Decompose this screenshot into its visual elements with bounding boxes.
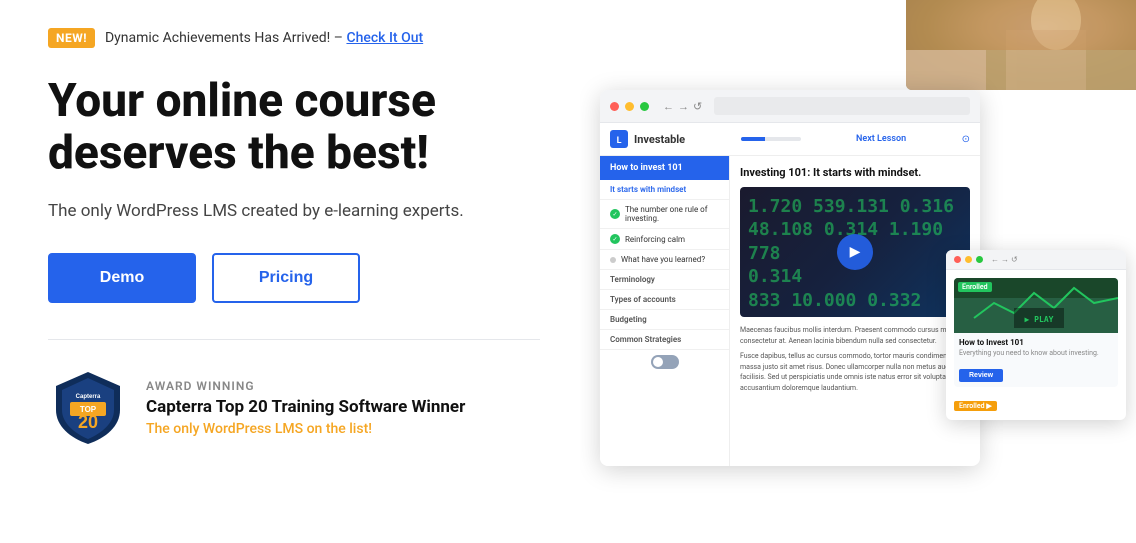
enrolled-label: Enrolled ▶ [954, 393, 1118, 412]
lms-section-types[interactable]: Types of accounts [600, 290, 729, 310]
lms-brand-name: Investable [634, 133, 685, 146]
small-browser-nav: ← → ↺ [991, 255, 1018, 264]
lms-video-player[interactable]: 1.720 539.131 0.316 48.108 0.314 1.190 7… [740, 187, 970, 317]
course-card-image: ▶ PLAY Enrolled [954, 278, 1118, 333]
check-icon-2: ✓ [610, 234, 620, 244]
browser-refresh-icon[interactable]: ↺ [693, 100, 702, 113]
lms-top-bar: L Investable Next Lesson ⊙ [600, 123, 980, 156]
lms-main-content: Investing 101: It starts with mindset. 1… [730, 156, 980, 466]
lms-logo-area: L Investable [610, 130, 685, 148]
cta-buttons: Demo Pricing [48, 253, 540, 303]
lms-body-text-2: Fusce dapibus, tellus ac cursus commodo,… [740, 351, 970, 393]
hero-subtitle: The only WordPress LMS created by e-lear… [48, 201, 540, 221]
browser-bar: ← → ↺ [600, 90, 980, 123]
current-lesson-label: It starts with mindset [610, 185, 686, 194]
lms-section-budgeting[interactable]: Budgeting [600, 310, 729, 330]
announcement-bar: NEW! Dynamic Achievements Has Arrived! –… [48, 28, 540, 48]
lms-sidebar-item-3[interactable]: What have you learned? [600, 250, 729, 270]
browser-navigation: ← → ↺ [663, 100, 702, 113]
next-lesson-arrow[interactable]: ⊙ [962, 134, 970, 145]
review-button[interactable]: Review [959, 369, 1003, 382]
browser-maximize-dot [640, 102, 649, 111]
lms-sidebar-item-2[interactable]: ✓ Reinforcing calm [600, 229, 729, 250]
award-label: AWARD WINNING [146, 379, 465, 393]
small-browser-close [954, 256, 961, 263]
lms-sidebar: How to invest 101 It starts with mindset… [600, 156, 730, 466]
lesson-1-label: The number one rule of investing. [625, 205, 719, 223]
lms-body-text: Maecenas faucibus mollis interdum. Praes… [740, 325, 970, 346]
course-card-container: ▶ PLAY Enrolled How to Invest 101 Everyt… [946, 270, 1126, 420]
course-card-body: How to Invest 101 Everything you need to… [954, 333, 1118, 387]
small-browser-maximize [976, 256, 983, 263]
pricing-button[interactable]: Pricing [212, 253, 360, 303]
next-lesson-link[interactable]: Next Lesson [856, 134, 906, 144]
svg-text:Capterra: Capterra [76, 394, 101, 400]
browser-mockup-course-card: ← → ↺ ▶ PLAY Enrolled [946, 250, 1126, 420]
hero-heading: Your online course deserves the best! [48, 76, 540, 179]
video-play-button[interactable]: ▶ [837, 234, 873, 270]
lms-section-strategies[interactable]: Common Strategies [600, 330, 729, 350]
lesson-3-label: What have you learned? [621, 255, 705, 264]
browser-mockup-main: ← → ↺ L Investable Next Less [600, 90, 980, 466]
svg-text:▶ PLAY: ▶ PLAY [1025, 315, 1054, 324]
announcement-text: Dynamic Achievements Has Arrived! – Chec… [105, 30, 423, 46]
award-section: Capterra TOP 20 AWARD WINNING Capterra T… [48, 368, 540, 448]
progress-fill [741, 137, 765, 141]
progress-bar [741, 137, 801, 141]
award-title: Capterra Top 20 Training Software Winner [146, 397, 465, 417]
lesson-2-label: Reinforcing calm [625, 235, 685, 244]
lms-course-title: How to invest 101 [600, 156, 729, 180]
small-browser-minimize [965, 256, 972, 263]
browser-url-bar[interactable] [714, 97, 970, 115]
toggle-switch[interactable] [651, 355, 679, 369]
new-badge: NEW! [48, 28, 95, 48]
browser-close-dot [610, 102, 619, 111]
award-sub: The only WordPress LMS on the list! [146, 421, 465, 437]
check-icon-1: ✓ [610, 209, 620, 219]
svg-text:20: 20 [78, 412, 98, 432]
right-content: ← → ↺ L Investable Next Less [580, 0, 1136, 543]
lms-section-terminology[interactable]: Terminology [600, 270, 729, 290]
lms-toggle-area [600, 350, 729, 374]
lms-sidebar-item-current[interactable]: It starts with mindset [600, 180, 729, 200]
capterra-badge: Capterra TOP 20 [48, 368, 128, 448]
browser-forward-icon[interactable]: → [678, 100, 689, 113]
lms-logo-icon: L [610, 130, 628, 148]
browser-back-icon[interactable]: ← [663, 100, 674, 113]
lms-layout: How to invest 101 It starts with mindset… [600, 156, 980, 466]
award-text: AWARD WINNING Capterra Top 20 Training S… [146, 379, 465, 437]
browser-minimize-dot [625, 102, 634, 111]
course-card-subtitle: Everything you need to know about invest… [959, 349, 1113, 357]
divider [48, 339, 540, 340]
top-right-photo [906, 0, 1136, 90]
enrolled-status-badge: Enrolled ▶ [954, 401, 997, 411]
bullet-icon-3 [610, 257, 616, 263]
browser-bar-2: ← → ↺ [946, 250, 1126, 270]
photo-gradient [906, 0, 1136, 90]
enrolled-badge-img: Enrolled [958, 282, 992, 292]
announcement-link[interactable]: Check It Out [346, 30, 423, 46]
course-card-title: How to Invest 101 [959, 338, 1113, 347]
demo-button[interactable]: Demo [48, 253, 196, 303]
lms-lesson-title: Investing 101: It starts with mindset. [740, 166, 970, 179]
svg-text:L: L [617, 136, 622, 146]
lms-sidebar-item-1[interactable]: ✓ The number one rule of investing. [600, 200, 729, 229]
course-card: ▶ PLAY Enrolled How to Invest 101 Everyt… [954, 278, 1118, 387]
left-content: NEW! Dynamic Achievements Has Arrived! –… [0, 0, 580, 543]
